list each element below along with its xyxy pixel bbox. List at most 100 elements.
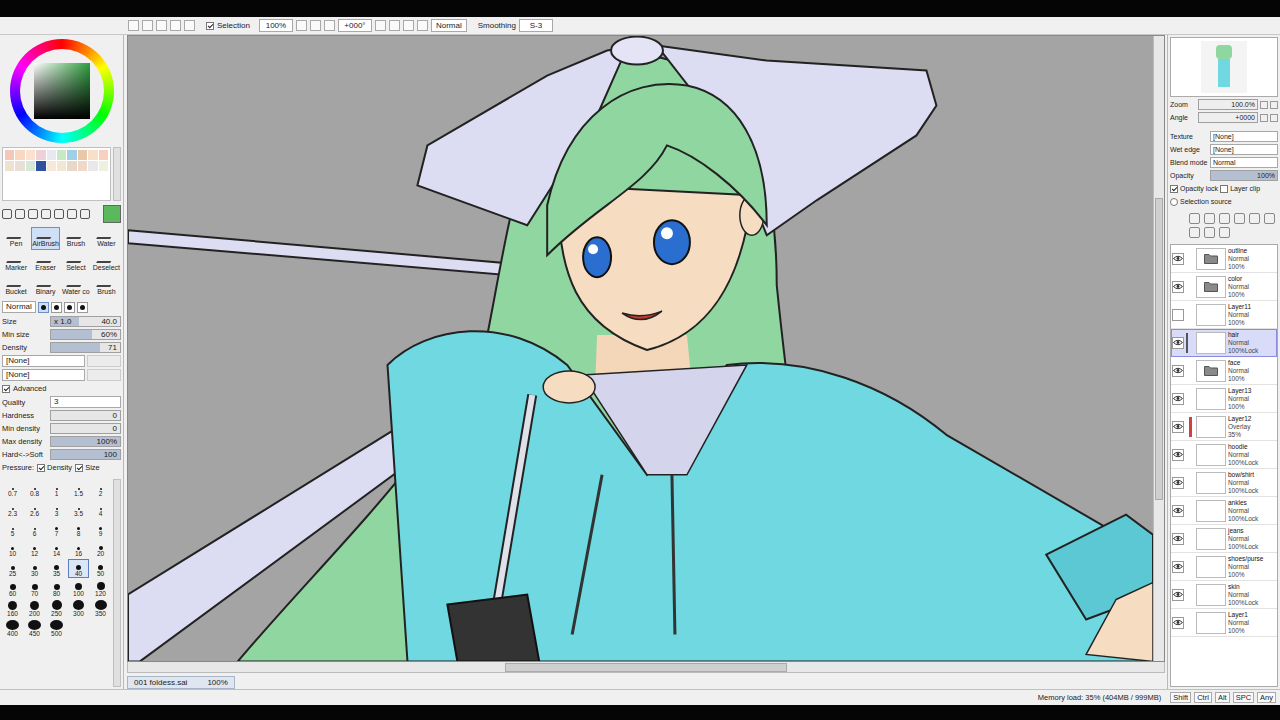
layer-action-icon[interactable]	[1204, 213, 1215, 224]
tool-button[interactable]: Eraser	[31, 251, 60, 274]
brush-size-preset[interactable]: 20	[90, 539, 111, 558]
brush-size-preset[interactable]: 3.5	[68, 499, 89, 518]
layer-option[interactable]: Opacity lock	[1170, 185, 1218, 193]
brush-size-preset[interactable]: 40	[68, 559, 89, 578]
texture-dropdown[interactable]: [None]	[2, 369, 85, 381]
layer-action-icon[interactable]	[1264, 213, 1275, 224]
selection-tool-icon[interactable]	[41, 209, 51, 219]
toolbar-button[interactable]	[128, 20, 139, 31]
color-swatch[interactable]	[15, 150, 24, 160]
tool-button[interactable]: Marker	[2, 251, 30, 274]
selection-tool-icon[interactable]	[80, 209, 90, 219]
advanced-toggle[interactable]: Advanced	[2, 383, 121, 394]
toolbar-button[interactable]	[156, 20, 167, 31]
rotate-button[interactable]	[389, 20, 400, 31]
pressure-option[interactable]: Size	[75, 463, 100, 472]
mode-field[interactable]: Normal	[431, 19, 467, 32]
zoom-button[interactable]	[324, 20, 335, 31]
brush-size-preset[interactable]: 6	[24, 519, 45, 538]
brush-size-preset[interactable]: 250	[46, 599, 67, 618]
layer-option-checkbox[interactable]	[1220, 185, 1228, 193]
layer-row[interactable]: bow/shirtNormal100%Lock	[1171, 469, 1277, 497]
color-swatch[interactable]	[5, 161, 14, 171]
layer-row[interactable]: outlineNormal100%	[1171, 245, 1277, 273]
brush-size-preset[interactable]: 7	[46, 519, 67, 538]
visibility-toggle[interactable]	[1172, 533, 1184, 545]
layer-row[interactable]: hairNormal100%Lock	[1171, 329, 1277, 357]
brush-size-preset[interactable]: 35	[46, 559, 67, 578]
layer-row[interactable]: Layer12Overlay35%	[1171, 413, 1277, 441]
visibility-toggle[interactable]	[1172, 449, 1184, 461]
pressure-option[interactable]: Density	[37, 463, 72, 472]
advanced-slider[interactable]: 0	[50, 423, 121, 434]
brush-size-preset[interactable]: 4	[90, 499, 111, 518]
color-swatch[interactable]	[88, 161, 97, 171]
layer-row[interactable]: colorNormal100%	[1171, 273, 1277, 301]
rotate-button[interactable]	[375, 20, 386, 31]
layer-row[interactable]: faceNormal100%	[1171, 357, 1277, 385]
advanced-slider[interactable]: 100	[50, 449, 121, 460]
brush-size-preset[interactable]: 80	[46, 579, 67, 598]
vertical-scrollbar[interactable]	[1153, 36, 1164, 661]
brush-size-preset[interactable]: 200	[24, 599, 45, 618]
canvas[interactable]	[128, 36, 1153, 661]
swatch-scrollbar[interactable]	[113, 147, 121, 201]
selection-tool-icon[interactable]	[15, 209, 25, 219]
brush-size-preset[interactable]: 14	[46, 539, 67, 558]
visibility-toggle[interactable]	[1172, 477, 1184, 489]
selection-toggle[interactable]: Selection	[206, 21, 250, 30]
color-swatch[interactable]	[78, 161, 87, 171]
rotate-button[interactable]	[403, 20, 414, 31]
horizontal-scrollbar[interactable]	[127, 662, 1165, 673]
pressure-checkbox[interactable]	[37, 464, 45, 472]
layer-row[interactable]: Layer1Normal100%	[1171, 609, 1277, 637]
color-swatch[interactable]	[57, 161, 66, 171]
visibility-toggle[interactable]	[1172, 281, 1184, 293]
brush-size-preset[interactable]: 100	[68, 579, 89, 598]
color-swatch[interactable]	[67, 150, 76, 160]
texture-dropdown[interactable]: [None]	[2, 355, 85, 367]
toolbar-button[interactable]	[142, 20, 153, 31]
advanced-checkbox[interactable]	[2, 385, 10, 393]
tool-button[interactable]: Deselect	[92, 251, 121, 274]
selection-source-radio[interactable]	[1170, 198, 1178, 206]
toolbar-button[interactable]	[184, 20, 195, 31]
size-scrollbar[interactable]	[113, 479, 121, 687]
brush-size-preset[interactable]: 8	[68, 519, 89, 538]
brush-size-preset[interactable]: 2.6	[24, 499, 45, 518]
visibility-toggle[interactable]	[1172, 309, 1184, 321]
selection-tool-icon[interactable]	[28, 209, 38, 219]
tool-button[interactable]: Brush	[92, 275, 121, 298]
visibility-toggle[interactable]	[1172, 617, 1184, 629]
color-swatch[interactable]	[47, 161, 56, 171]
brush-size-preset[interactable]: 60	[2, 579, 23, 598]
blend-mode-dropdown[interactable]: Normal	[1210, 157, 1278, 168]
layer-row[interactable]: Layer13Normal100%	[1171, 385, 1277, 413]
brush-size-preset[interactable]: 450	[24, 619, 45, 638]
layer-row[interactable]: hoodieNormal100%Lock	[1171, 441, 1277, 469]
navigator-zoom-field[interactable]: 100.0%	[1198, 99, 1258, 110]
brush-size-preset[interactable]: 300	[68, 599, 89, 618]
smoothing-field[interactable]: S-3	[519, 19, 553, 32]
brush-mode-dropdown[interactable]: Normal	[2, 301, 36, 313]
color-wheel[interactable]	[10, 39, 114, 143]
brush-size-preset[interactable]: 2.3	[2, 499, 23, 518]
pressure-checkbox[interactable]	[75, 464, 83, 472]
angle-field[interactable]: +000°	[338, 19, 372, 32]
layer-row[interactable]: shoes/purseNormal100%	[1171, 553, 1277, 581]
toolbar-button[interactable]	[170, 20, 181, 31]
selection-source-option[interactable]: Selection source	[1170, 196, 1278, 207]
layer-row[interactable]: skinNormal100%Lock	[1171, 581, 1277, 609]
layer-action-icon[interactable]	[1219, 213, 1230, 224]
opacity-slider[interactable]: 100%	[1210, 170, 1278, 181]
visibility-toggle[interactable]	[1172, 337, 1184, 349]
layer-action-icon[interactable]	[1189, 213, 1200, 224]
rotate-button[interactable]	[417, 20, 428, 31]
visibility-toggle[interactable]	[1172, 561, 1184, 573]
current-color[interactable]	[103, 205, 121, 223]
advanced-slider[interactable]: 100%	[50, 436, 121, 447]
brush-shape-button[interactable]	[64, 302, 75, 313]
color-swatch[interactable]	[99, 161, 108, 171]
tool-button[interactable]: Pen	[2, 227, 30, 250]
color-swatch[interactable]	[15, 161, 24, 171]
